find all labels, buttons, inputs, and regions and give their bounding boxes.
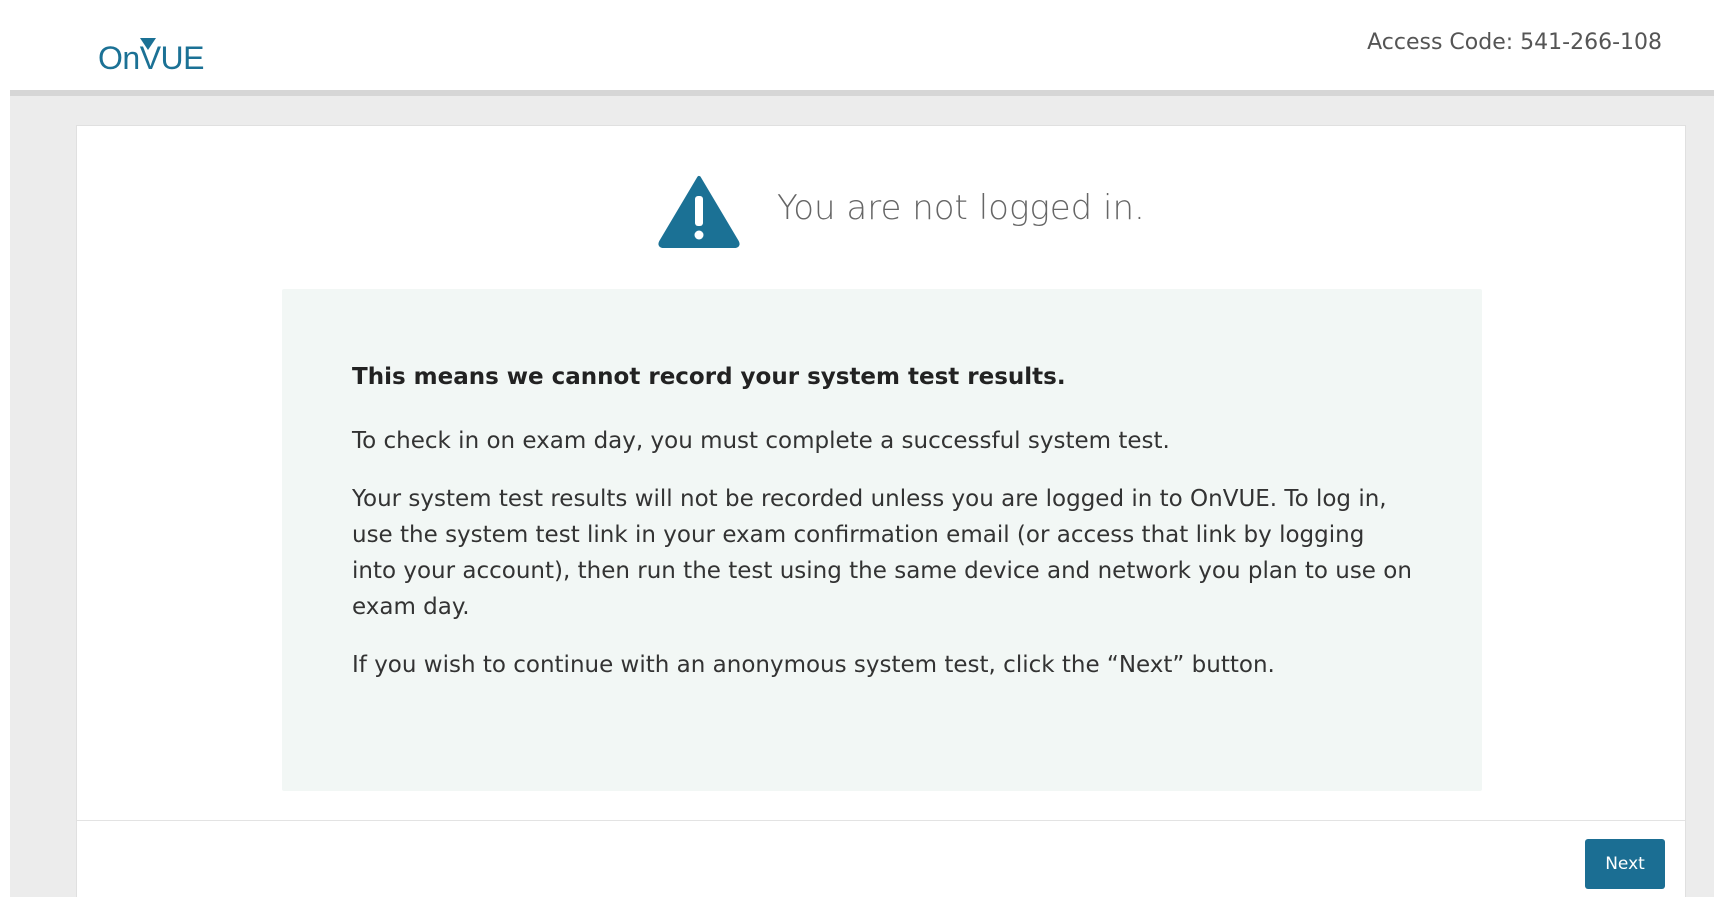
info-box: This means we cannot record your system …	[282, 289, 1482, 791]
footer-divider	[77, 820, 1685, 821]
logo-text-on: On	[98, 40, 140, 76]
page: OnVUE Access Code: 541-266-108 You are n…	[0, 0, 1714, 897]
header: OnVUE Access Code: 541-266-108	[10, 0, 1714, 96]
onvue-logo: OnVUE	[98, 38, 204, 77]
info-paragraph-login: Your system test results will not be rec…	[352, 486, 1412, 620]
next-button[interactable]: Next	[1585, 839, 1665, 889]
info-paragraph-checkin: To check in on exam day, you must comple…	[352, 428, 1170, 454]
warning-triangle-icon	[658, 176, 740, 248]
main-area: You are not logged in. This means we can…	[10, 96, 1714, 897]
access-code: Access Code: 541-266-108	[1367, 30, 1662, 55]
page-title: You are not logged in.	[777, 188, 1145, 228]
info-heading: This means we cannot record your system …	[352, 364, 1066, 390]
content-card: You are not logged in. This means we can…	[76, 125, 1686, 897]
info-paragraph-anonymous: If you wish to continue with an anonymou…	[352, 652, 1275, 678]
title-row: You are not logged in.	[77, 174, 1685, 254]
logo-mark-icon	[140, 38, 156, 50]
